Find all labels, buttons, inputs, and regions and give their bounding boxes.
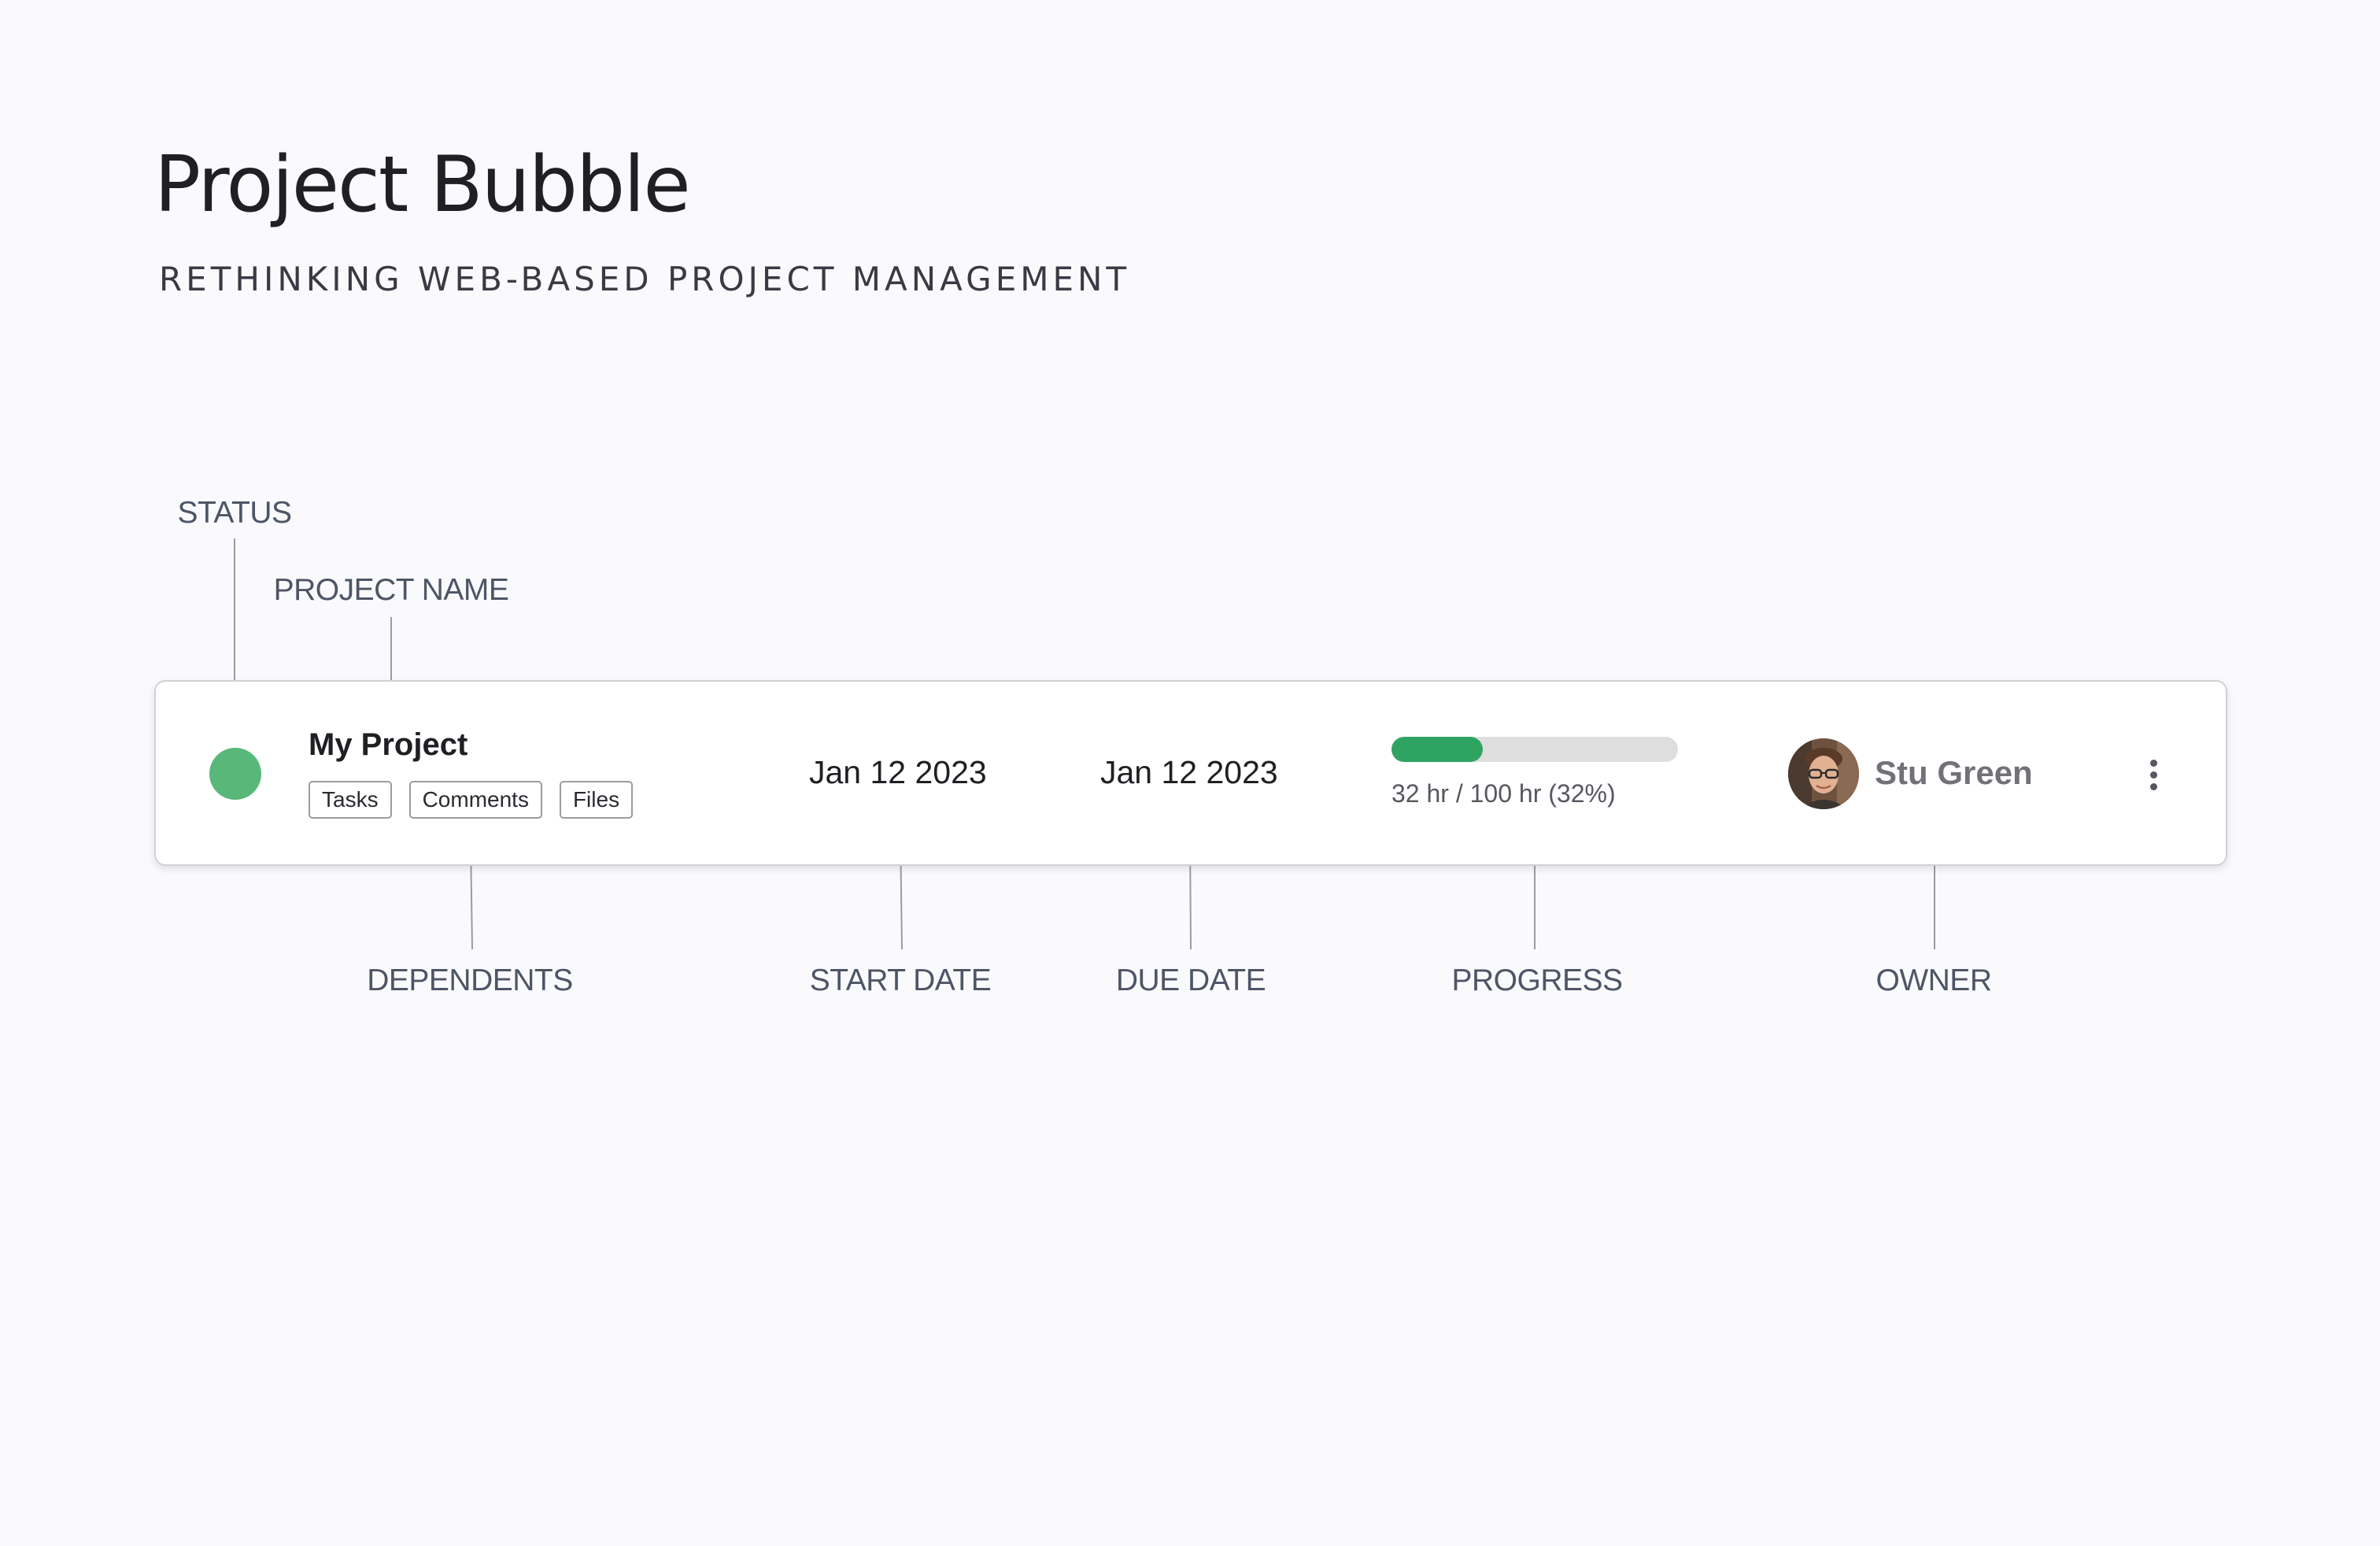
dependent-tag-files[interactable]: Files: [559, 781, 634, 819]
user-avatar-photo-icon: [1788, 738, 1859, 809]
start-date: Jan 12 2023: [809, 754, 987, 790]
progress-bar-fill: [1391, 737, 1484, 762]
progress-text: 32 hr / 100 hr (32%): [1391, 779, 1616, 808]
owner-avatar[interactable]: [1788, 738, 1859, 809]
more-vertical-icon[interactable]: [2131, 751, 2175, 798]
dependents-tags: Tasks Comments Files: [309, 781, 634, 819]
more-dot: [2149, 759, 2157, 767]
more-dot: [2149, 782, 2157, 790]
more-dot: [2149, 771, 2157, 779]
owner-name[interactable]: Stu Green: [1875, 754, 2033, 792]
project-row[interactable]: My Project Tasks Comments Files Jan 12 2…: [154, 680, 2227, 866]
project-name[interactable]: My Project: [309, 727, 468, 763]
progress-bar: [1391, 737, 1678, 762]
due-date: Jan 12 2023: [1100, 754, 1278, 790]
dependent-tag-comments[interactable]: Comments: [408, 781, 542, 819]
status-indicator: [209, 748, 261, 800]
dependent-tag-tasks[interactable]: Tasks: [309, 781, 392, 819]
arrow-status: [227, 538, 242, 701]
page: Project Bubble RETHINKING WEB-BASED PROJ…: [0, 0, 2380, 1546]
